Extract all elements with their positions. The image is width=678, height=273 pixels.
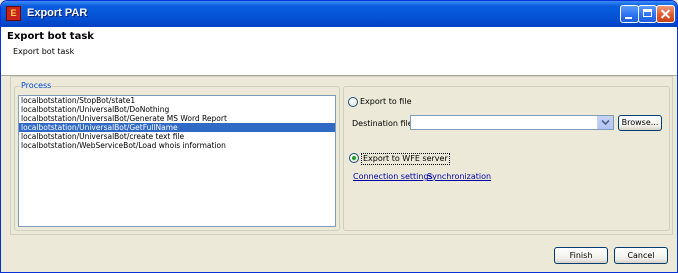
list-item[interactable]: localbotstation/StopBot/state1 [19, 96, 335, 105]
destination-file-label: Destination file: [352, 119, 416, 128]
export-par-dialog: E Export PAR Export bot task Export bot … [0, 0, 678, 273]
wizard-header: Export bot task Export bot task [1, 27, 677, 76]
page-title: Export bot task [7, 31, 94, 42]
process-group: Process localbotstation/StopBot/state1 lo… [14, 81, 340, 231]
list-item[interactable]: localbotstation/UniversalBot/DoNothing [19, 105, 335, 114]
list-item[interactable]: localbotstation/UniversalBot/GetFullName [19, 123, 335, 132]
dropdown-button[interactable] [597, 116, 613, 129]
process-list[interactable]: localbotstation/StopBot/state1 localbotst… [18, 95, 336, 227]
page-description: Export bot task [13, 47, 75, 56]
export-to-file-label[interactable]: Export to file [360, 97, 412, 106]
title-bar[interactable]: E Export PAR [1, 1, 677, 27]
chevron-down-icon [601, 119, 610, 126]
close-icon [657, 6, 674, 22]
export-to-file-radio[interactable] [348, 97, 358, 107]
destination-file-combo[interactable] [410, 115, 614, 130]
list-item[interactable]: localbotstation/UniversalBot/create text… [19, 132, 335, 141]
list-item[interactable]: localbotstation/UniversalBot/Generate MS… [19, 114, 335, 123]
maximize-button[interactable] [638, 5, 657, 23]
connection-settings-link[interactable]: Connection settings [353, 172, 433, 181]
close-button[interactable] [656, 5, 675, 23]
destination-file-input[interactable] [411, 116, 600, 129]
wizard-content: Process localbotstation/StopBot/state1 lo… [10, 76, 673, 235]
minimize-icon [625, 17, 632, 19]
minimize-button[interactable] [620, 5, 639, 23]
list-item[interactable]: localbotstation/WebServiceBot/Load whois… [19, 141, 335, 150]
process-legend: Process [20, 81, 53, 90]
export-options-group: Export to file Destination file: Browse.… [343, 86, 670, 231]
cancel-button[interactable]: Cancel [614, 247, 668, 264]
export-to-wfe-label[interactable]: Export to WFE server [361, 153, 450, 165]
synchronization-link[interactable]: Synchronization [427, 172, 491, 181]
window-title: Export PAR [27, 7, 88, 19]
export-to-wfe-radio[interactable] [349, 153, 359, 163]
browse-button[interactable]: Browse... [618, 115, 662, 131]
finish-button[interactable]: Finish [554, 247, 608, 264]
app-icon: E [6, 6, 21, 21]
maximize-icon [643, 9, 652, 17]
